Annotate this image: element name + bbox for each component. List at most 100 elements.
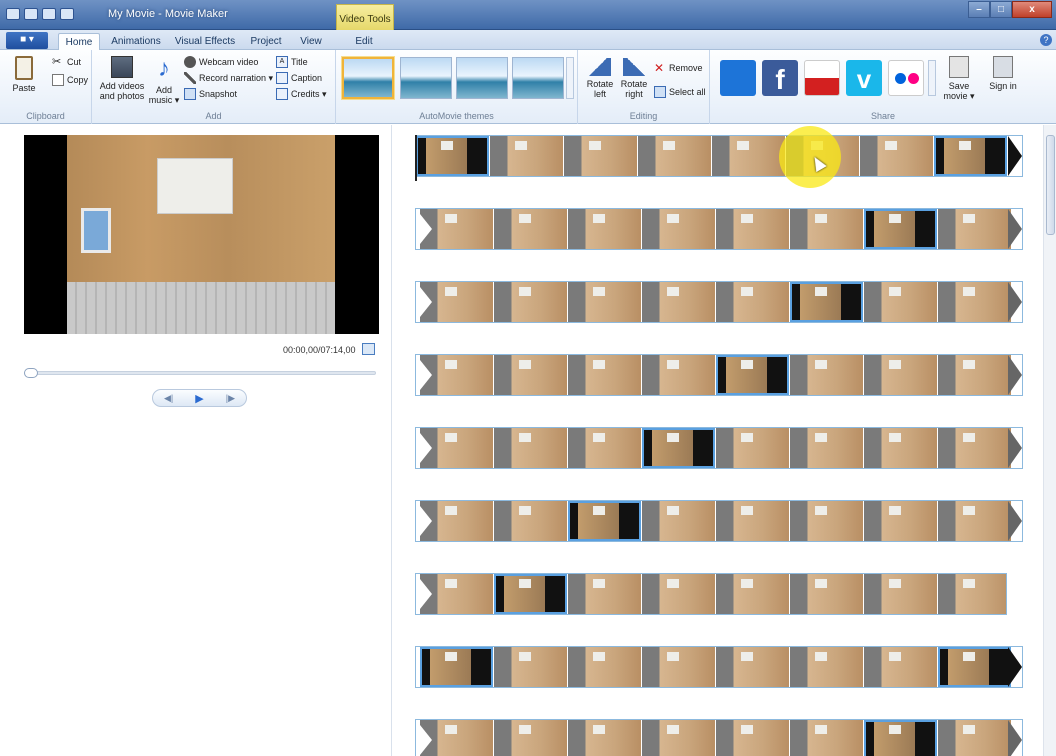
seek-bar-knob[interactable] (24, 368, 38, 378)
clip-thumbnail[interactable] (864, 501, 937, 541)
rotate-left-button[interactable]: Rotate left (584, 58, 616, 99)
clip-thumbnail[interactable] (420, 647, 493, 687)
share-gallery-scroll[interactable] (928, 60, 936, 96)
tab-animations[interactable]: Animations (104, 33, 168, 50)
clip-thumbnail[interactable] (494, 355, 567, 395)
copy-button[interactable]: Copy (52, 74, 88, 86)
clip-thumbnail[interactable] (790, 355, 863, 395)
webcam-video-button[interactable]: Webcam video (184, 56, 258, 68)
clip-thumbnail[interactable] (638, 136, 711, 176)
clip-thumbnail[interactable] (790, 574, 863, 614)
clip-thumbnail[interactable] (494, 574, 567, 614)
storyboard-row[interactable] (415, 281, 1023, 323)
clip-thumbnail[interactable] (790, 282, 863, 322)
storyboard[interactable] (393, 125, 1043, 756)
clip-thumbnail[interactable] (568, 720, 641, 756)
theme-thumbnail-3[interactable] (456, 57, 508, 99)
storyboard-row[interactable] (415, 354, 1023, 396)
undo-icon[interactable] (42, 8, 56, 20)
clip-thumbnail[interactable] (642, 428, 715, 468)
storyboard-row[interactable] (415, 427, 1023, 469)
clip-thumbnail[interactable] (568, 501, 641, 541)
clip-thumbnail[interactable] (642, 574, 715, 614)
tab-edit[interactable]: Edit (344, 33, 384, 50)
clip-thumbnail[interactable] (642, 501, 715, 541)
clip-thumbnail[interactable] (642, 355, 715, 395)
paste-button[interactable]: Paste (6, 56, 42, 93)
clip-thumbnail[interactable] (568, 647, 641, 687)
storyboard-row[interactable] (415, 719, 1023, 756)
storyboard-row[interactable] (415, 208, 1023, 250)
remove-button[interactable]: ✕ Remove (654, 62, 703, 74)
previous-frame-icon[interactable]: ◀| (164, 393, 173, 404)
tab-home[interactable]: Home (58, 33, 100, 50)
clip-thumbnail[interactable] (790, 647, 863, 687)
clip-thumbnail[interactable] (642, 282, 715, 322)
storyboard-scrollbar-thumb[interactable] (1046, 135, 1055, 235)
clip-thumbnail[interactable] (716, 355, 789, 395)
clip-thumbnail[interactable] (568, 428, 641, 468)
clip-thumbnail[interactable] (938, 647, 1011, 687)
minimize-button[interactable]: – (968, 1, 990, 18)
select-all-button[interactable]: Select all (654, 86, 706, 98)
storyboard-row[interactable] (415, 573, 1007, 615)
save-movie-button[interactable]: Save movie ▾ (942, 56, 976, 101)
clip-thumbnail[interactable] (864, 428, 937, 468)
clip-thumbnail[interactable] (790, 720, 863, 756)
clip-thumbnail[interactable] (790, 428, 863, 468)
clip-thumbnail[interactable] (716, 282, 789, 322)
tab-view[interactable]: View (292, 33, 330, 50)
fullscreen-preview-button[interactable] (362, 343, 375, 355)
storyboard-row[interactable] (415, 500, 1023, 542)
tab-project[interactable]: Project (244, 33, 288, 50)
clip-thumbnail[interactable] (494, 647, 567, 687)
clip-thumbnail[interactable] (716, 720, 789, 756)
help-icon[interactable]: ? (1040, 34, 1052, 46)
video-preview[interactable] (24, 135, 379, 334)
close-button[interactable]: x (1012, 1, 1052, 18)
sign-in-button[interactable]: Sign in (988, 56, 1018, 91)
storyboard-row[interactable] (415, 646, 1023, 688)
themes-gallery-scroll[interactable] (566, 57, 574, 99)
clip-thumbnail[interactable] (864, 282, 937, 322)
clip-thumbnail[interactable] (642, 720, 715, 756)
add-videos-button[interactable]: Add videos and photos (96, 56, 148, 101)
vimeo-icon[interactable]: v (846, 60, 882, 96)
clip-thumbnail[interactable] (790, 209, 863, 249)
clip-thumbnail[interactable] (712, 136, 785, 176)
clip-thumbnail[interactable] (938, 209, 1011, 249)
clip-thumbnail[interactable] (716, 574, 789, 614)
flickr-icon[interactable] (888, 60, 924, 96)
seek-bar[interactable] (24, 368, 376, 378)
clip-thumbnail[interactable] (568, 209, 641, 249)
clip-thumbnail[interactable] (938, 282, 1011, 322)
clip-thumbnail[interactable] (934, 136, 1007, 176)
play-icon[interactable]: ▶ (195, 392, 203, 405)
save-icon[interactable] (24, 8, 38, 20)
clip-thumbnail[interactable] (864, 209, 937, 249)
clip-thumbnail[interactable] (494, 282, 567, 322)
clip-thumbnail[interactable] (938, 720, 1011, 756)
app-icon[interactable] (6, 8, 20, 20)
theme-thumbnail-2[interactable] (400, 57, 452, 99)
youtube-icon[interactable] (804, 60, 840, 96)
file-menu-button[interactable]: ■ ▾ (6, 32, 48, 49)
clip-thumbnail[interactable] (642, 209, 715, 249)
maximize-button[interactable]: □ (990, 1, 1012, 18)
snapshot-button[interactable]: Snapshot (184, 88, 237, 100)
clip-thumbnail[interactable] (494, 209, 567, 249)
clip-thumbnail[interactable] (938, 501, 1011, 541)
clip-thumbnail[interactable] (416, 136, 489, 176)
theme-thumbnail-default[interactable] (342, 57, 394, 99)
clip-thumbnail[interactable] (716, 647, 789, 687)
clip-thumbnail[interactable] (938, 574, 1006, 614)
clip-thumbnail[interactable] (790, 501, 863, 541)
skydrive-icon[interactable] (720, 60, 756, 96)
clip-thumbnail[interactable] (494, 501, 567, 541)
clip-thumbnail[interactable] (938, 428, 1011, 468)
clip-thumbnail[interactable] (716, 428, 789, 468)
clip-thumbnail[interactable] (642, 647, 715, 687)
next-frame-icon[interactable]: |▶ (226, 393, 235, 404)
clip-thumbnail[interactable] (494, 720, 567, 756)
playhead[interactable] (415, 135, 417, 181)
